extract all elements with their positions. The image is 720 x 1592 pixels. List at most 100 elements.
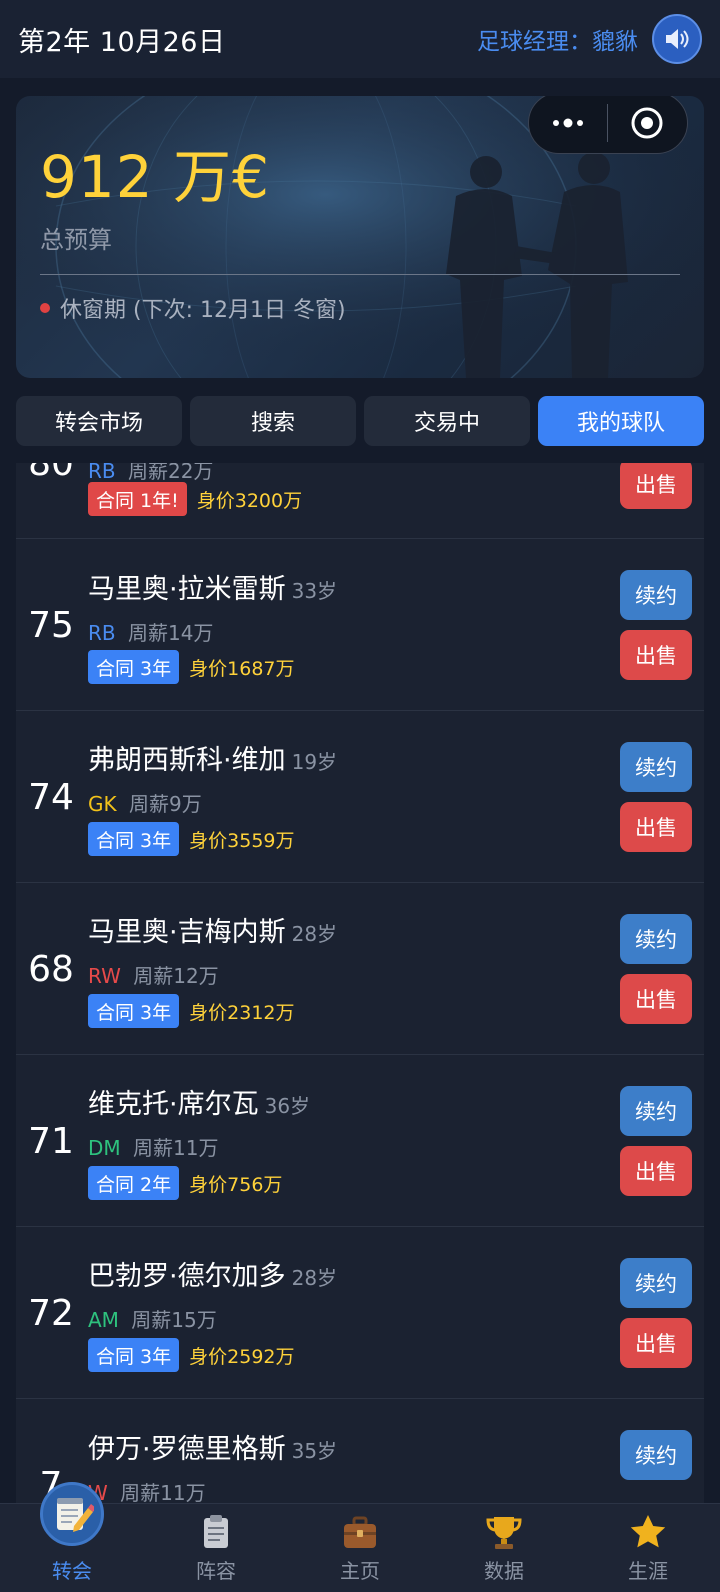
contract-badge: 合同 3年: [88, 994, 180, 1028]
manager-name: 足球经理：貔貅: [477, 29, 638, 55]
player-row[interactable]: 7 伊万·罗德里格斯 35岁 W 周薪11万 续约: [16, 1399, 704, 1503]
player-position-wage: RB 周薪14万: [88, 617, 213, 646]
more-dots-icon: [552, 118, 583, 128]
player-name: 维克托·席尔瓦: [88, 1089, 259, 1120]
player-row[interactable]: 68 马里奥·吉梅内斯 28岁 RW 周薪12万 合同 3年 身价2312万 续约…: [16, 883, 704, 1055]
player-contract-line: 合同 3年 身价3559万: [88, 822, 295, 856]
player-rating: 68: [28, 949, 74, 990]
player-wage: 周薪9万: [128, 792, 202, 816]
close-miniprogram-button[interactable]: [608, 105, 688, 141]
top-bar-right: 足球经理：貔貅: [477, 14, 702, 64]
speaker-icon: [666, 29, 689, 49]
budget-card: 912 万€ 总预算 休窗期 (下次: 12月1日 冬窗): [16, 96, 704, 378]
player-row[interactable]: 75 马里奥·拉米雷斯 33岁 RB 周薪14万 合同 3年 身价1687万 续约…: [16, 539, 704, 711]
player-rating: 71: [28, 1121, 74, 1162]
player-name: 马里奥·吉梅内斯: [88, 917, 286, 948]
player-rating: 80: [28, 463, 74, 484]
budget-amount: 912 万€: [40, 143, 271, 211]
player-age: 19岁: [291, 750, 338, 774]
more-menu-button[interactable]: [529, 116, 607, 130]
player-value: 身价1687万: [189, 657, 295, 680]
player-row[interactable]: 71 维克托·席尔瓦 36岁 DM 周薪11万 合同 2年 身价756万 续约 出…: [16, 1055, 704, 1227]
renew-button[interactable]: 续约: [620, 742, 692, 792]
contract-badge: 合同 3年: [88, 822, 180, 856]
sell-button[interactable]: 出售: [620, 463, 692, 509]
player-name-line: 弗朗西斯科·维加 19岁: [88, 738, 337, 777]
player-position-wage: DM 周薪11万: [88, 1132, 218, 1161]
renew-button[interactable]: 续约: [620, 1430, 692, 1480]
player-wage: 周薪15万: [131, 1308, 217, 1332]
miniprogram-capsule: [528, 96, 688, 154]
renew-button[interactable]: 续约: [620, 914, 692, 964]
status-dot-icon: [40, 303, 50, 313]
player-position-wage: W 周薪11万: [88, 1477, 206, 1503]
player-name-line: 伊万·罗德里格斯 35岁: [88, 1427, 337, 1466]
player-name: 弗朗西斯科·维加: [88, 745, 286, 776]
budget-label: 总预算: [40, 226, 112, 254]
player-contract-line: 合同 2年 身价756万: [88, 1166, 282, 1200]
nav-label: 阵容: [196, 1559, 236, 1583]
player-position: GK: [88, 792, 117, 816]
nav-transfer[interactable]: 转会: [0, 1482, 144, 1592]
nav-stats[interactable]: 数据: [432, 1504, 576, 1592]
tab-transfer-market[interactable]: 转会市场: [16, 396, 182, 446]
player-name-line: 马里奥·拉米雷斯 33岁: [88, 567, 337, 606]
player-value: 身价2312万: [189, 1001, 295, 1024]
player-value: 身价3200万: [196, 489, 303, 512]
tab-my-team[interactable]: 我的球队: [538, 396, 704, 446]
renew-button[interactable]: 续约: [620, 1086, 692, 1136]
player-wage: 周薪11万: [120, 1481, 206, 1503]
player-rating: 75: [28, 605, 74, 646]
player-wage: 周薪22万: [127, 463, 214, 483]
contract-badge: 合同 3年: [88, 1338, 180, 1372]
renew-button[interactable]: 续约: [620, 1258, 692, 1308]
trophy-icon: [486, 1517, 522, 1549]
nav-home[interactable]: 主页: [288, 1504, 432, 1592]
player-position: DM: [88, 1136, 121, 1160]
briefcase-icon: [344, 1516, 376, 1548]
nav-label: 转会: [52, 1559, 92, 1583]
player-rating: 74: [28, 777, 74, 818]
player-age: 33岁: [291, 579, 338, 603]
player-position: RW: [88, 964, 121, 988]
player-name: 巴勃罗·德尔加多: [88, 1261, 286, 1292]
player-value: 身价756万: [189, 1173, 283, 1196]
player-name-line: 维克托·席尔瓦 36岁: [88, 1082, 310, 1121]
player-name-line: 马里奥·吉梅内斯 28岁: [88, 910, 337, 949]
tab-search[interactable]: 搜索: [190, 396, 356, 446]
transfer-window-status: 休窗期 (下次: 12月1日 冬窗): [40, 292, 346, 324]
player-list[interactable]: 80 RB 周薪22万 合同 1年! 身价3200万 出售 75 马里奥·拉米雷…: [16, 463, 704, 1503]
player-name-line: 巴勃罗·德尔加多 28岁: [88, 1254, 337, 1293]
sound-button[interactable]: [652, 14, 702, 64]
player-value: 身价3559万: [189, 829, 295, 852]
sell-button[interactable]: 出售: [620, 1318, 692, 1368]
player-age: 35岁: [291, 1439, 338, 1463]
player-value: 身价2592万: [189, 1345, 295, 1368]
sell-button[interactable]: 出售: [620, 802, 692, 852]
tab-trading[interactable]: 交易中: [364, 396, 530, 446]
renew-button[interactable]: 续约: [620, 570, 692, 620]
player-wage: 周薪11万: [133, 1136, 219, 1160]
sell-button[interactable]: 出售: [620, 630, 692, 680]
nav-lineup[interactable]: 阵容: [144, 1504, 288, 1592]
sell-button[interactable]: 出售: [620, 974, 692, 1024]
player-wage: 周薪12万: [133, 964, 219, 988]
nav-career[interactable]: 生涯: [576, 1504, 720, 1592]
player-wage: 周薪14万: [127, 621, 214, 645]
contract-badge: 合同 1年!: [88, 482, 187, 516]
player-row[interactable]: 80 RB 周薪22万 合同 1年! 身价3200万 出售: [16, 463, 704, 539]
player-age: 28岁: [291, 922, 338, 946]
star-icon: [630, 1515, 666, 1548]
player-age: 36岁: [264, 1094, 311, 1118]
player-contract-line: 合同 3年 身价2312万: [88, 994, 295, 1028]
player-rating: 72: [28, 1293, 74, 1334]
top-bar: 第2年 10月26日 足球经理：貔貅: [0, 0, 720, 78]
player-contract-line: 合同 1年! 身价3200万: [88, 482, 302, 516]
player-row[interactable]: 72 巴勃罗·德尔加多 28岁 AM 周薪15万 合同 3年 身价2592万 续约…: [16, 1227, 704, 1399]
sell-button[interactable]: 出售: [620, 1146, 692, 1196]
player-age: 28岁: [291, 1266, 338, 1290]
nav-label: 数据: [484, 1559, 524, 1583]
player-row[interactable]: 74 弗朗西斯科·维加 19岁 GK 周薪9万 合同 3年 身价3559万 续约 …: [16, 711, 704, 883]
nav-label: 主页: [340, 1559, 380, 1583]
clipboard-icon: [204, 1515, 228, 1548]
